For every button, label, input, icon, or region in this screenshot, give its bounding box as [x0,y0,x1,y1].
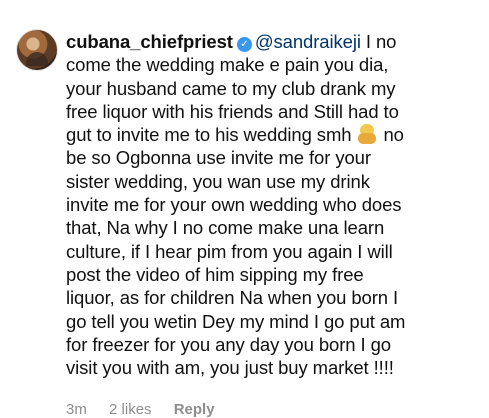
comment-line-2: come the wedding make e pain you dia, [66,54,389,76]
comment-line-7: sister wedding, you wan use my drink [66,170,370,192]
comment-text: cubana_chiefpriest ✓ @sandraikeji I no com… [66,30,476,379]
comment-line-14: for freezer for you any day you born I g… [66,333,391,355]
comment-line-3: your husband came to my club drank my [66,77,396,99]
instagram-comment: cubana_chiefpriest ✓ @sandraikeji I no com… [0,0,489,418]
comment-line-6: be so Ogbonna use invite me for your [66,147,371,169]
reply-button[interactable]: Reply [174,401,215,418]
comment-likes[interactable]: 2 likes [109,401,152,418]
comment-time: 3m [66,401,87,418]
comment-line-4: free liquor with his friends and Still h… [66,100,399,122]
comment-line-9: that, Na why I no come make una learn [66,217,385,239]
comment-line-5: gut to invite me to his wedding smh no [66,123,476,146]
comment-line-12: liquor, as for children Na when you born… [66,287,399,309]
comment-line-5-tail: no [383,124,404,146]
user-avatar[interactable] [16,29,58,71]
comment-line-11: post the video of him sipping my free [66,263,364,285]
comment-line-1: cubana_chiefpriest ✓ @sandraikeji I no [66,30,476,53]
comment-line-15: visit you with am, you just buy market !… [66,357,394,379]
username[interactable]: cubana_chiefpriest [66,31,233,52]
facepalm-emoji-icon [357,124,377,145]
comment-line-8: invite me for your own wedding who does [66,194,402,216]
comment-line-10: culture, if I hear pim from you again I … [66,240,393,262]
comment-line-13: go tell you wetin Dey my mind I go put a… [66,310,406,332]
comment-line-1-text: I no [360,31,397,52]
verified-badge-icon: ✓ [236,37,252,52]
mention-link[interactable]: @sandraikeji [255,31,361,52]
comment-line-5-text: gut to invite me to his wedding smh [66,124,352,146]
comment-meta: 3m 2 likes Reply [66,401,233,418]
